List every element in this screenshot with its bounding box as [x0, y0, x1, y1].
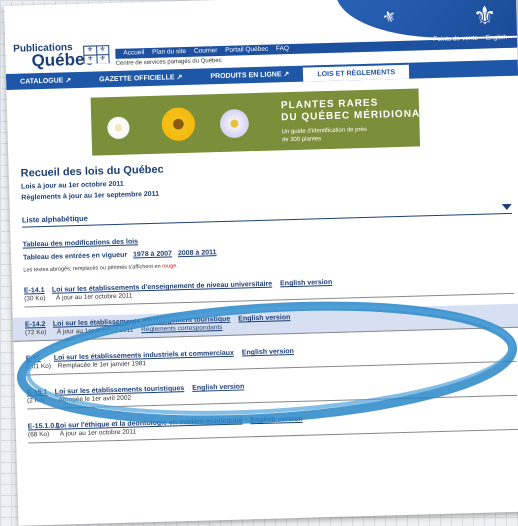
english-version-link[interactable]: English version [192, 383, 244, 391]
note-red-word: rouge [162, 263, 177, 270]
law-code-link[interactable]: E-15.1 [27, 389, 53, 397]
range-1978-2007-link[interactable]: 1978 à 2007 [133, 250, 172, 258]
law-size: (72 Ko) [25, 328, 47, 337]
fleur-de-lis-icon: ⚜ [472, 0, 497, 31]
law-entry: E-14.1 Loi sur les établissements d'ense… [23, 269, 515, 308]
english-version-link[interactable]: English version [242, 348, 294, 356]
alphabetical-list-label: Liste alphabétique [21, 213, 88, 225]
tab-produits-en-ligne[interactable]: PRODUITS EN LIGNE ↗ [196, 66, 303, 85]
tab-catalogue[interactable]: CATALOGUE ↗ [6, 72, 86, 90]
tableau-modifications-label[interactable]: Tableau des modifications des lois [23, 238, 139, 248]
law-entry: E-15.1.0.1 Loi sur l'éthique et la déont… [27, 405, 518, 444]
english-version-link[interactable]: English version [238, 314, 290, 322]
law-status: À jour au 1er octobre 2011 [55, 292, 133, 302]
law-size: (101 Ko) [25, 362, 52, 371]
law-entry: E-15.1 Loi sur les établissements touris… [26, 371, 518, 410]
page-sheet: ⚜ ⚜ Publications Québec ⚜ ⚜ ⚜ ⚜ Accueil Pla… [4, 0, 518, 526]
law-code-link[interactable]: E-15 [26, 355, 52, 362]
tableau-entrees-label: Tableau des entrées en vigueur [22, 251, 128, 262]
reglements-correspondants-link[interactable]: Règlements correspondants [141, 324, 222, 333]
range-2008-2011-link[interactable]: 2008 à 2011 [178, 249, 217, 257]
law-entry: E-15 Loi sur les établissements industri… [25, 337, 517, 376]
law-size: (2 Ko) [26, 397, 45, 405]
flower-image [100, 110, 136, 146]
law-status: Remplacée le 1er janvier 1981 [57, 360, 147, 370]
nav-faq[interactable]: FAQ [276, 45, 289, 52]
note-text: Les textes abrogés, remplacés ou périmés… [23, 263, 161, 274]
english-version-link[interactable]: English version [280, 279, 332, 287]
law-status: À jour au 1er octobre 2011 [56, 326, 134, 336]
english-version-link[interactable]: English version [250, 416, 302, 424]
tab-gazette-officielle[interactable]: GAZETTE OFFICIELLE ↗ [85, 69, 197, 88]
header-subtitle: Centre de services partagés du Québec [115, 57, 222, 67]
tab-lois-et-reglements[interactable]: LOIS ET RÈGLEMENTS [303, 62, 410, 82]
law-code-link[interactable]: E-14.1 [24, 287, 50, 295]
nav-portail-quebec[interactable]: Portail Québec [225, 46, 268, 54]
law-status: À jour au 1er octobre 2011 [59, 428, 137, 438]
law-code-link[interactable]: E-15.1.0.1 [28, 423, 60, 431]
law-code-link[interactable]: E-14.2 [25, 321, 51, 329]
nav-courrier[interactable]: Courrier [194, 47, 218, 55]
law-status: Abrogée le 1er avril 2002 [58, 394, 132, 404]
law-size: (30 Ko) [24, 294, 46, 303]
promo-banner[interactable]: PLANTES RARES DU QUÉBEC MÉRIDIONAL Un gu… [90, 88, 421, 156]
main-content: Recueil des lois du Québec Lois à jour a… [9, 154, 518, 444]
nav-plan-du-site[interactable]: Plan du site [152, 48, 186, 56]
site-header: ⚜ ⚜ Publications Québec ⚜ ⚜ ⚜ ⚜ Accueil Pla… [4, 0, 518, 70]
alphabetical-list-toggle[interactable]: Liste alphabétique [21, 201, 513, 228]
chevron-down-icon[interactable] [501, 203, 512, 210]
banner-description: Un guide d'identification de près de 300… [281, 126, 367, 144]
nav-accueil[interactable]: Accueil [123, 49, 144, 57]
flower-image [152, 98, 205, 150]
law-size: (68 Ko) [27, 430, 50, 439]
flower-image [210, 102, 258, 145]
nav-english[interactable]: English [486, 34, 508, 42]
law-entry-highlighted: E-14.2 Loi sur les établissements d'hébe… [12, 303, 518, 342]
nav-points-de-vente[interactable]: Points de vente [433, 35, 478, 43]
quebec-flag-icon: ⚜ ⚜ ⚜ ⚜ [83, 45, 110, 64]
